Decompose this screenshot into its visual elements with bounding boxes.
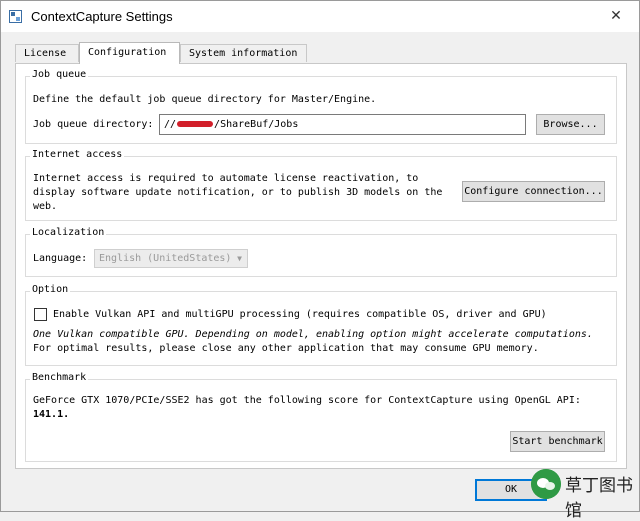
- job-queue-description: Define the default job queue directory f…: [33, 94, 377, 105]
- internet-access-group: Internet access Internet access is requi…: [25, 149, 617, 221]
- title-bar: ContextCapture Settings ✕: [1, 1, 639, 32]
- benchmark-description: GeForce GTX 1070/PCIe/SSE2 has got the f…: [33, 395, 581, 406]
- job-queue-group: Job queue Define the default job queue d…: [25, 69, 617, 144]
- benchmark-title: Benchmark: [30, 372, 89, 383]
- option-title: Option: [30, 284, 71, 295]
- language-select-value: English (UnitedStates): [99, 253, 232, 264]
- job-queue-path-prefix: //: [164, 119, 177, 130]
- internet-access-line-2: display software update notification, or…: [33, 187, 443, 198]
- benchmark-score: 141.1.: [33, 409, 70, 420]
- vulkan-note-italic: One Vulkan compatible GPU. Depending on …: [33, 329, 593, 340]
- option-group: Option Enable Vulkan API and multiGPU pr…: [25, 284, 617, 366]
- configure-connection-button[interactable]: Configure connection...: [462, 181, 605, 202]
- settings-window: ContextCapture Settings ✕ License Config…: [0, 0, 640, 521]
- configuration-panel: Job queue Define the default job queue d…: [15, 63, 627, 469]
- job-queue-directory-input[interactable]: // /ShareBuf/Jobs: [159, 114, 526, 135]
- window-title: ContextCapture Settings: [31, 9, 173, 24]
- close-button[interactable]: ✕: [593, 1, 639, 32]
- job-queue-directory-label: Job queue directory:: [33, 119, 154, 130]
- redaction-mark: [177, 121, 214, 127]
- tab-license[interactable]: License: [15, 44, 79, 62]
- chevron-down-icon: ▼: [237, 254, 242, 263]
- start-benchmark-button[interactable]: Start benchmark: [510, 431, 605, 452]
- job-queue-path-suffix: /ShareBuf/Jobs: [214, 119, 299, 130]
- job-queue-title: Job queue: [30, 69, 89, 80]
- internet-access-line-3: web.: [33, 201, 58, 212]
- tab-configuration[interactable]: Configuration: [79, 42, 180, 64]
- language-label: Language:: [33, 253, 88, 264]
- vulkan-checkbox[interactable]: [34, 308, 47, 321]
- internet-access-title: Internet access: [30, 149, 125, 160]
- close-icon: ✕: [610, 8, 622, 24]
- watermark: 草丁图书馆: [531, 467, 635, 521]
- browse-button[interactable]: Browse...: [536, 114, 605, 135]
- vulkan-note: For optimal results, please close any ot…: [33, 343, 539, 354]
- tab-system-information[interactable]: System information: [180, 44, 307, 62]
- benchmark-group: Benchmark GeForce GTX 1070/PCIe/SSE2 has…: [25, 372, 617, 462]
- language-select[interactable]: English (UnitedStates) ▼: [94, 249, 248, 268]
- contextcapture-app-icon: [9, 10, 22, 23]
- localization-group: Localization Language: English (UnitedSt…: [25, 227, 617, 277]
- watermark-text: 草丁图书馆: [565, 476, 633, 521]
- localization-title: Localization: [30, 227, 107, 238]
- watermark-logo-icon: [531, 469, 561, 499]
- internet-access-line-1: Internet access is required to automate …: [33, 173, 419, 184]
- vulkan-checkbox-label[interactable]: Enable Vulkan API and multiGPU processin…: [53, 309, 547, 320]
